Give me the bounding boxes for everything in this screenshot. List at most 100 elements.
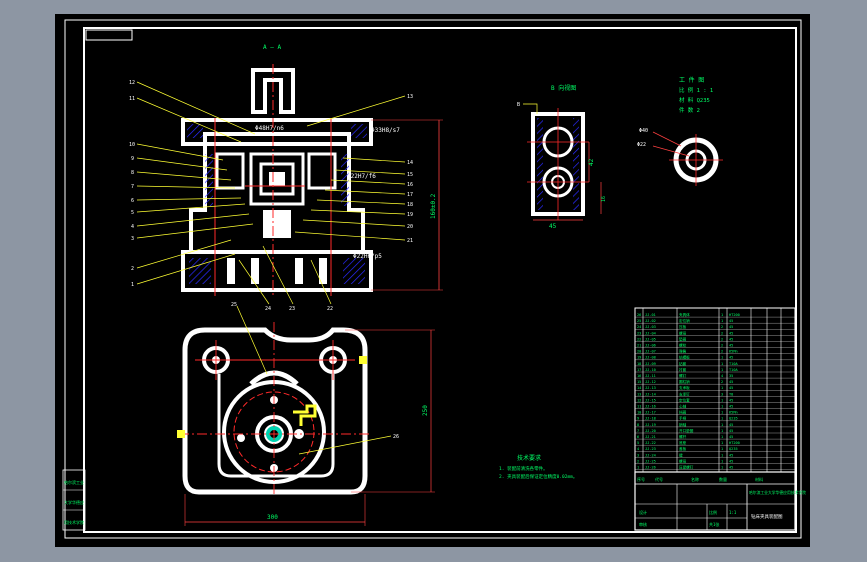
bom-cell-name: 挡圈 bbox=[679, 410, 687, 415]
bom-cell-qty: 1 bbox=[721, 453, 723, 457]
bom-cell-material: HT200 bbox=[729, 313, 740, 317]
bom-cell-code: JJ-14 bbox=[645, 392, 656, 396]
bom-cell-index: 18 bbox=[637, 362, 641, 366]
bom-cell-name: 螺母 bbox=[679, 458, 687, 463]
bom-cell-index: 25 bbox=[637, 319, 641, 323]
bom-cell-name: 钻模板 bbox=[679, 355, 690, 360]
side-stamp-line1: 哈尔滨工业 bbox=[64, 479, 84, 485]
bom-cell-name: 螺母 bbox=[679, 330, 687, 335]
bom-cell-index: 22 bbox=[637, 337, 641, 341]
bom-cell-index: 12 bbox=[637, 398, 641, 402]
bom-cell-index: 19 bbox=[637, 356, 641, 360]
bom-cell-code: JJ-22 bbox=[645, 441, 656, 445]
bom-cell-material: 45 bbox=[729, 423, 733, 427]
bom-cell-material: 45 bbox=[729, 429, 733, 433]
bom-cell-qty: 3 bbox=[721, 392, 723, 396]
part-view[interactable]: 工 件 图 比 例 1 : 1 材 料 Q235 件 数 2 Φ40 Φ22 bbox=[637, 76, 723, 186]
side-depth-text: 16 bbox=[601, 196, 607, 202]
bom-cell-index: 23 bbox=[637, 331, 641, 335]
balloon-10: 10 bbox=[129, 142, 135, 148]
drawing-viewport[interactable]: 哈尔滨工业 大学华德应 用技术学院 A — A Φ48H7/n6 Φ33H8/s… bbox=[55, 14, 810, 547]
bom-cell-index: 24 bbox=[637, 325, 641, 329]
balloon-13: 13 bbox=[407, 94, 413, 100]
side-leader-label: B bbox=[517, 102, 520, 108]
bom-cell-name: 盖板 bbox=[679, 446, 687, 451]
bom-cell-index: 2 bbox=[637, 459, 639, 463]
bom-cell-qty: 2 bbox=[721, 325, 723, 329]
bom-cell-index: 9 bbox=[637, 417, 639, 421]
corner-code-box bbox=[85, 29, 133, 41]
bom-cell-material: 45 bbox=[729, 337, 733, 341]
bom-cell-material: Q235 bbox=[729, 447, 738, 451]
side-view-label: B 向视图 bbox=[551, 84, 576, 92]
balloon-16: 16 bbox=[407, 182, 413, 188]
bom-cell-name: 垫圈 bbox=[679, 336, 687, 341]
side-view[interactable]: B 向视图 B 45 42 16 bbox=[517, 84, 607, 230]
section-view[interactable]: A — A Φ48H7/n6 Φ33H8/s7 Φ22H7/f6 Φ22H6/p… bbox=[129, 44, 443, 312]
bom-cell-qty: 1 bbox=[721, 368, 723, 372]
bom-cell-code: JJ-13 bbox=[645, 386, 656, 390]
balloon-14: 14 bbox=[407, 160, 413, 166]
balloon-5: 5 bbox=[131, 210, 134, 216]
cad-application-window: 哈尔滨工业 大学华德应 用技术学院 A — A Φ48H7/n6 Φ33H8/s… bbox=[0, 0, 867, 562]
plan-view[interactable]: 25 26 300 250 bbox=[177, 302, 435, 526]
part-leader-outer bbox=[652, 131, 682, 147]
bom-cell-index: 16 bbox=[637, 374, 641, 378]
bom-cell-code: JJ-23 bbox=[645, 447, 656, 451]
bom-cell-name: 螺栓 bbox=[679, 343, 687, 348]
bom-cell-name: 弹簧 bbox=[679, 349, 687, 354]
bom-cell-material: T8 bbox=[729, 392, 733, 396]
part-material: 材 料 Q235 bbox=[679, 96, 710, 104]
part-outer-dim: Φ40 bbox=[639, 128, 648, 134]
bom-cell-code: JJ-24 bbox=[645, 453, 656, 457]
plan-bolt-left bbox=[237, 434, 245, 442]
drawing-canvas[interactable]: 哈尔滨工业 大学华德应 用技术学院 A — A Φ48H7/n6 Φ33H8/s… bbox=[55, 14, 810, 547]
bom-cell-code: JJ-01 bbox=[645, 313, 656, 317]
bom-cell-qty: 2 bbox=[721, 331, 723, 335]
bom-cell-qty: 1 bbox=[721, 362, 723, 366]
bom-cell-material: T10A bbox=[729, 362, 738, 366]
bom-cell-index: 10 bbox=[637, 411, 641, 415]
plan-marker-left bbox=[177, 430, 185, 438]
bom-cell-qty: 1 bbox=[721, 411, 723, 415]
bom-cell-name: 手柄 bbox=[679, 416, 687, 421]
balloon-6: 6 bbox=[131, 198, 134, 204]
bom-cell-code: JJ-05 bbox=[645, 337, 656, 341]
plan-height-text: 250 bbox=[422, 405, 429, 416]
bom-cell-name: 销轴 bbox=[679, 422, 687, 427]
notes-line-1: 1. 装配前清洗各零件。 bbox=[499, 465, 548, 472]
title-ratio: 比例 bbox=[709, 509, 717, 515]
title-scale: 1:1 bbox=[729, 510, 737, 515]
side-stamp: 哈尔滨工业 大学华德应 用技术学院 bbox=[62, 469, 86, 531]
bom-cell-index: 1 bbox=[637, 466, 639, 470]
bom-cell-code: JJ-25 bbox=[645, 459, 656, 463]
bom-cell-qty: 1 bbox=[721, 398, 723, 402]
balloon-22: 22 bbox=[327, 306, 333, 312]
side-height-text: 42 bbox=[588, 158, 595, 166]
title-block[interactable]: 序号 代号 名称 数量 材料 哈尔滨工业大学华德应用技术学院 钻床夹具装配图 设… bbox=[634, 471, 806, 531]
bom-cell-material: 45 bbox=[729, 325, 733, 329]
bill-of-materials[interactable]: 26 JJ-01 夹具体 1 HT20025 JJ-02 定位销 1 4524 JJ-03 压板 2 4… bbox=[634, 307, 796, 473]
section-hatch-right-bar bbox=[341, 154, 349, 206]
part-inner-dim: Φ22 bbox=[637, 142, 646, 148]
bom-cell-qty: 1 bbox=[721, 356, 723, 360]
section-hatch-upper-right bbox=[351, 124, 367, 138]
bom-cell-name: 定位套 bbox=[679, 397, 690, 402]
title-header-mat: 材料 bbox=[755, 476, 763, 482]
bom-cell-code: JJ-06 bbox=[645, 344, 656, 348]
bom-cell-index: 14 bbox=[637, 386, 641, 390]
notes-line-2: 2. 夹具装配后保证定位精度0.02mm。 bbox=[499, 473, 577, 480]
title-sheet: 共1张 bbox=[709, 521, 719, 527]
bom-cell-name: 心轴 bbox=[679, 404, 687, 409]
bom-cell-name: 支承板 bbox=[679, 385, 690, 390]
bom-cell-qty: 1 bbox=[721, 386, 723, 390]
height-dim-text: 160±0.2 bbox=[430, 193, 437, 219]
balloon-12: 12 bbox=[129, 80, 135, 86]
bom-cell-qty: 1 bbox=[721, 429, 723, 433]
title-header-qty: 数量 bbox=[719, 476, 727, 482]
bom-cell-code: JJ-10 bbox=[645, 368, 656, 372]
bom-cell-material: 45 bbox=[729, 331, 733, 335]
bom-cell-qty: 2 bbox=[721, 350, 723, 354]
bom-cell-name: 螺钉 bbox=[679, 373, 687, 378]
side-hatch-right bbox=[573, 118, 579, 210]
